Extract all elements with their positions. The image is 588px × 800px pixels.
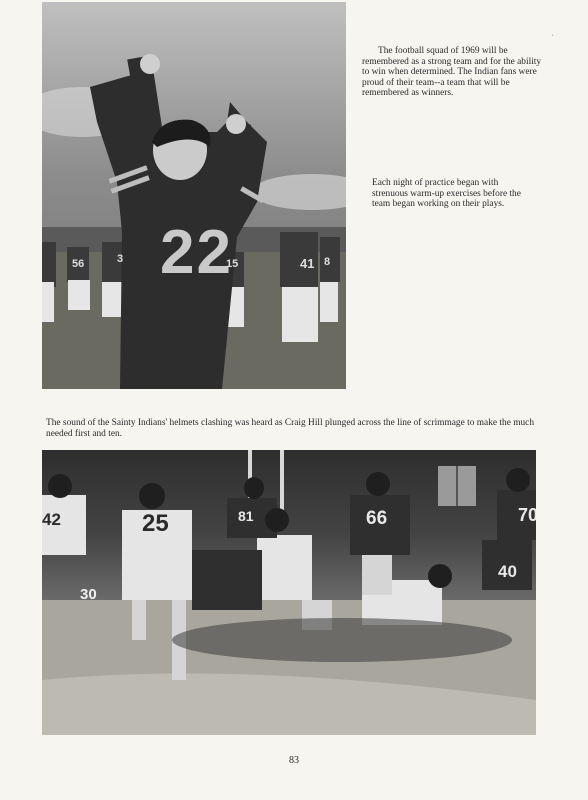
corner-mark: ' <box>552 33 554 42</box>
jersey-number-bg-4: 41 <box>300 256 315 271</box>
jersey-66: 66 <box>366 508 388 529</box>
jersey-70: 70 <box>518 505 536 525</box>
jersey-25: 25 <box>142 510 169 537</box>
game-action-photo: 42 25 81 66 70 40 30 <box>42 450 536 735</box>
jersey-42: 42 <box>42 510 61 529</box>
jersey-number-bg-2: 3 <box>117 253 124 265</box>
jersey-81: 81 <box>238 508 254 524</box>
warmup-photo-art <box>42 54 346 389</box>
caption-game-play: The sound of the Sainty Indians' helmets… <box>46 418 535 439</box>
page-number: 83 <box>289 755 299 766</box>
caption-team-summary: The football squad of 1969 will be remem… <box>362 46 542 99</box>
warmup-photo: 22 56 3 15 41 8 <box>42 2 346 389</box>
jersey-number-main: 22 <box>160 218 233 287</box>
jersey-40: 40 <box>498 562 517 581</box>
jersey-number-bg-1: 56 <box>72 258 85 270</box>
caption-practice: Each night of practice began with strenu… <box>372 178 521 210</box>
jersey-number-bg-5: 8 <box>324 256 331 268</box>
yard-marker: 30 <box>80 586 97 603</box>
jersey-number-bg-3: 15 <box>226 258 239 270</box>
game-action-photo-art <box>42 450 536 735</box>
